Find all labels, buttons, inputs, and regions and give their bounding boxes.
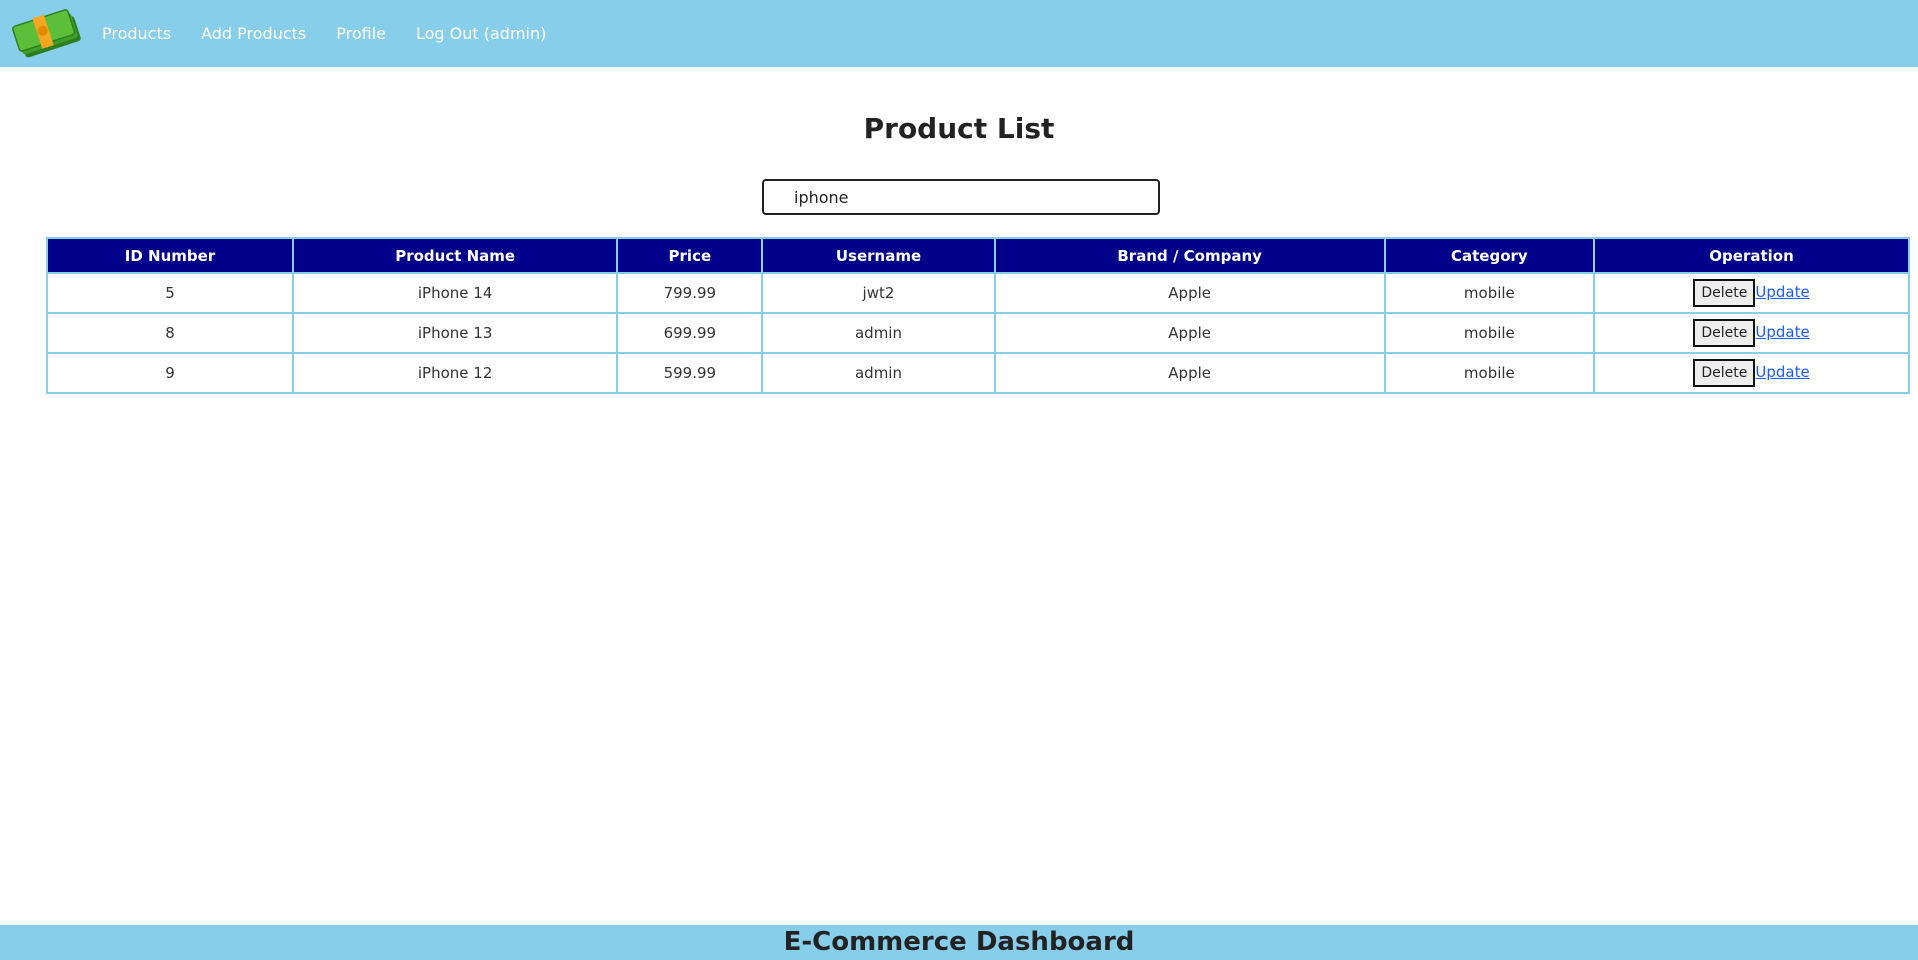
table-row: 9 iPhone 12 599.99 admin Apple mobile De… [46, 352, 1910, 394]
table-row: 5 iPhone 14 799.99 jwt2 Apple mobile Del… [46, 272, 1910, 314]
top-navbar: Products Add Products Profile Log Out (a… [0, 0, 1918, 67]
cell-id: 5 [46, 272, 294, 314]
cell-operation: Delete Update [1593, 272, 1910, 314]
cell-operation: Delete Update [1593, 312, 1910, 354]
header-product-name: Product Name [291, 237, 619, 274]
cell-price: 699.99 [616, 312, 764, 354]
cell-brand: Apple [993, 272, 1386, 314]
product-table: ID Number Product Name Price Username Br… [46, 237, 1910, 394]
cell-username: admin [761, 352, 996, 394]
nav-link-products[interactable]: Products [102, 24, 171, 43]
cell-operation: Delete Update [1593, 352, 1910, 394]
cell-price: 799.99 [616, 272, 764, 314]
delete-button[interactable]: Delete [1693, 279, 1756, 307]
search-input[interactable] [762, 179, 1160, 215]
cell-brand: Apple [993, 312, 1386, 354]
page-title: Product List [863, 112, 1055, 145]
table-row: 8 iPhone 13 699.99 admin Apple mobile De… [46, 312, 1910, 354]
cell-brand: Apple [993, 352, 1386, 394]
header-operation: Operation [1593, 237, 1910, 274]
footer-title: E-Commerce Dashboard [783, 927, 1135, 957]
header-price: Price [616, 237, 764, 274]
cell-username: admin [761, 312, 996, 354]
nav-link-logout[interactable]: Log Out (admin) [416, 24, 546, 43]
header-id: ID Number [46, 237, 294, 274]
table-header-row: ID Number Product Name Price Username Br… [46, 237, 1910, 274]
cell-username: jwt2 [761, 272, 996, 314]
cell-price: 599.99 [616, 352, 764, 394]
cell-product-name: iPhone 12 [291, 352, 619, 394]
nav-link-add-products[interactable]: Add Products [201, 24, 306, 43]
update-link[interactable]: Update [1755, 283, 1809, 301]
nav-link-profile[interactable]: Profile [336, 24, 386, 43]
update-link[interactable]: Update [1755, 323, 1809, 341]
delete-button[interactable]: Delete [1693, 319, 1756, 347]
cell-product-name: iPhone 14 [291, 272, 619, 314]
cell-category: mobile [1383, 312, 1596, 354]
cell-id: 8 [46, 312, 294, 354]
footer: E-Commerce Dashboard [0, 925, 1918, 960]
update-link[interactable]: Update [1755, 363, 1809, 381]
cell-product-name: iPhone 13 [291, 312, 619, 354]
cell-category: mobile [1383, 272, 1596, 314]
logo-icon[interactable] [12, 8, 86, 60]
header-category: Category [1383, 237, 1596, 274]
delete-button[interactable]: Delete [1693, 359, 1756, 387]
header-username: Username [761, 237, 996, 274]
header-brand: Brand / Company [993, 237, 1386, 274]
cell-category: mobile [1383, 352, 1596, 394]
cell-id: 9 [46, 352, 294, 394]
